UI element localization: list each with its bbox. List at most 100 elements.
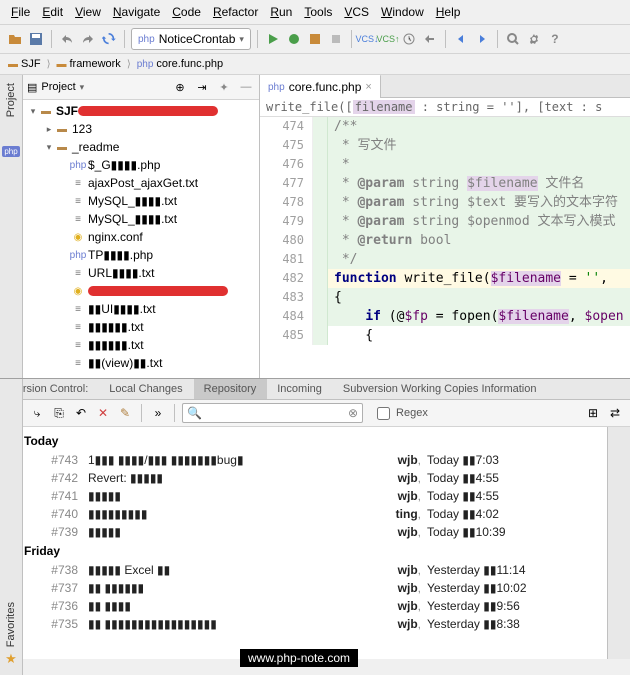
tree-item[interactable]: ≡▮▮UI▮▮▮▮.txt [23, 300, 259, 318]
code-line[interactable]: 475 * 写文件 [260, 136, 630, 155]
vcs-log[interactable]: ▾Today #7431▮▮▮ ▮▮▮▮/▮▮▮ ▮▮▮▮▮▮▮bug▮wjb,T… [0, 427, 607, 659]
menu-help[interactable]: Help [431, 3, 466, 21]
tree-twisty[interactable] [59, 357, 71, 369]
breadcrumb-item[interactable]: ▬SJF [4, 56, 45, 72]
redo-icon[interactable] [79, 30, 97, 48]
vcs-tab[interactable]: Local Changes [99, 379, 193, 399]
tree-twisty[interactable] [59, 213, 71, 225]
back-icon[interactable] [452, 30, 470, 48]
code-area[interactable]: 474/**475 * 写文件476 *477 * @param string … [260, 117, 630, 378]
save-icon[interactable] [27, 30, 45, 48]
tree-item[interactable]: ≡▮▮▮▮▮▮.txt [23, 318, 259, 336]
vcs-tab[interactable]: Subversion Working Copies Information [333, 379, 548, 399]
vcs-tab[interactable]: Incoming [267, 379, 333, 399]
hide-icon[interactable]: — [237, 78, 255, 96]
log-row[interactable]: #740▮▮▮▮▮▮▮▮▮ting,Today ▮▮4:02 [10, 505, 597, 523]
log-row[interactable]: #742Revert: ▮▮▮▮▮wjb,Today ▮▮4:55 [10, 469, 597, 487]
breadcrumb-item[interactable]: ▬framework [52, 56, 124, 72]
tree-twisty[interactable]: ▸ [43, 123, 55, 135]
tree-item[interactable]: ≡ajaxPost_ajaxGet.txt [23, 174, 259, 192]
tree-item[interactable]: ▸▬123 [23, 120, 259, 138]
menu-vcs[interactable]: VCS [339, 3, 374, 21]
open-icon[interactable] [6, 30, 24, 48]
vcs-update-icon[interactable]: VCS↓ [358, 30, 376, 48]
coverage-icon[interactable] [306, 30, 324, 48]
tree-item[interactable]: ≡MySQL_▮▮▮▮.txt [23, 210, 259, 228]
clear-icon[interactable]: ⊗ [348, 406, 358, 420]
php-tool-icon[interactable]: php [2, 146, 19, 157]
favorites-tab[interactable]: Favorites [3, 598, 19, 651]
menu-edit[interactable]: Edit [37, 3, 68, 21]
chevron-down-icon[interactable]: ▾ [80, 82, 85, 93]
tree-twisty[interactable] [59, 177, 71, 189]
tree-item[interactable]: ▾▬SJF [23, 102, 259, 120]
code-line[interactable]: 477 * @param string $filename 文件名 [260, 174, 630, 193]
diff-icon[interactable]: ⇄ [606, 404, 624, 422]
tree-twisty[interactable]: ▾ [27, 105, 39, 117]
tree-item[interactable]: ≡▮▮(view)▮▮.txt [23, 354, 259, 372]
log-group-header[interactable]: ▾Today [10, 434, 597, 448]
tree-twisty[interactable] [59, 339, 71, 351]
run-icon[interactable] [264, 30, 282, 48]
regex-input[interactable] [377, 407, 390, 420]
code-line[interactable]: 478 * @param string $text 要写入的文本字符 [260, 193, 630, 212]
tree-twisty[interactable] [59, 195, 71, 207]
vcs-search-input[interactable] [202, 406, 348, 420]
regex-checkbox[interactable]: Regex [373, 404, 428, 423]
menu-refactor[interactable]: Refactor [208, 3, 263, 21]
delete-icon[interactable]: ✕ [94, 404, 112, 422]
tree-twisty[interactable] [59, 321, 71, 333]
log-row[interactable]: #736▮▮ ▮▮▮▮wjb,Yesterday ▮▮9:56 [10, 597, 597, 615]
tree-item[interactable]: ◉ [23, 282, 259, 300]
debug-icon[interactable] [285, 30, 303, 48]
settings-icon[interactable] [525, 30, 543, 48]
vcs-commit-icon[interactable]: VCS↑ [379, 30, 397, 48]
code-line[interactable]: 484 if (@$fp = fopen($filename, $open [260, 307, 630, 326]
tree-item[interactable]: ≡URL▮▮▮▮.txt [23, 264, 259, 282]
log-row[interactable]: #737▮▮ ▮▮▮▮▮▮wjb,Yesterday ▮▮10:02 [10, 579, 597, 597]
tree-item[interactable]: phpTP▮▮▮▮.php [23, 246, 259, 264]
star-icon[interactable]: ★ [5, 651, 17, 667]
forward-icon[interactable] [473, 30, 491, 48]
log-row[interactable]: #741▮▮▮▮▮wjb,Today ▮▮4:55 [10, 487, 597, 505]
log-row[interactable]: #738▮▮▮▮▮ Excel ▮▮wjb,Yesterday ▮▮11:14 [10, 561, 597, 579]
code-line[interactable]: 479 * @param string $openmod 文本写入模式 [260, 212, 630, 231]
target-icon[interactable]: ⊕ [171, 78, 189, 96]
vcs-history-icon[interactable] [400, 30, 418, 48]
tree-twisty[interactable] [59, 303, 71, 315]
menu-code[interactable]: Code [167, 3, 206, 21]
menu-tools[interactable]: Tools [299, 3, 337, 21]
menu-run[interactable]: Run [265, 3, 297, 21]
code-line[interactable]: 483{ [260, 288, 630, 307]
breadcrumb-item[interactable]: phpcore.func.php [133, 56, 227, 72]
search-icon[interactable] [504, 30, 522, 48]
menu-file[interactable]: File [6, 3, 35, 21]
vcs-search[interactable]: 🔍 ⊗ [182, 403, 363, 423]
tree-item[interactable]: ≡MySQL_▮▮▮▮.txt [23, 192, 259, 210]
undo-icon[interactable] [58, 30, 76, 48]
vcs-revert-icon[interactable] [421, 30, 439, 48]
tree-twisty[interactable] [59, 285, 71, 297]
run-config-selector[interactable]: php NoticeCrontab ▾ [131, 28, 251, 50]
tree-item[interactable]: ◉nginx.conf [23, 228, 259, 246]
menu-navigate[interactable]: Navigate [108, 3, 165, 21]
log-row[interactable]: #7431▮▮▮ ▮▮▮▮/▮▮▮ ▮▮▮▮▮▮▮bug▮wjb,Today ▮… [10, 451, 597, 469]
code-line[interactable]: 476 * [260, 155, 630, 174]
vcs-tab[interactable]: Repository [194, 379, 268, 399]
log-row[interactable]: #735▮▮ ▮▮▮▮▮▮▮▮▮▮▮▮▮▮▮▮▮wjb,Yesterday ▮▮… [10, 615, 597, 633]
code-line[interactable]: 482function write_file($filename = '', [260, 269, 630, 288]
project-tree[interactable]: ▾▬SJF ▸▬123▾▬_readmephp$_G▮▮▮▮.php≡ajaxP… [23, 100, 259, 378]
collapse-icon[interactable]: ⇥ [193, 78, 211, 96]
menu-window[interactable]: Window [376, 3, 429, 21]
help-icon[interactable]: ? [546, 30, 564, 48]
menu-view[interactable]: View [70, 3, 106, 21]
tree-item[interactable]: ▾▬_readme [23, 138, 259, 156]
revert-commit-icon[interactable]: ↶ [72, 404, 90, 422]
tree-item[interactable]: php$_G▮▮▮▮.php [23, 156, 259, 174]
tree-twisty[interactable]: ▾ [43, 141, 55, 153]
stop-icon[interactable] [327, 30, 345, 48]
gear-icon[interactable]: ✦ [215, 78, 233, 96]
code-line[interactable]: 485 { [260, 326, 630, 345]
code-line[interactable]: 474/** [260, 117, 630, 136]
layout-icon[interactable]: ⊞ [584, 404, 602, 422]
